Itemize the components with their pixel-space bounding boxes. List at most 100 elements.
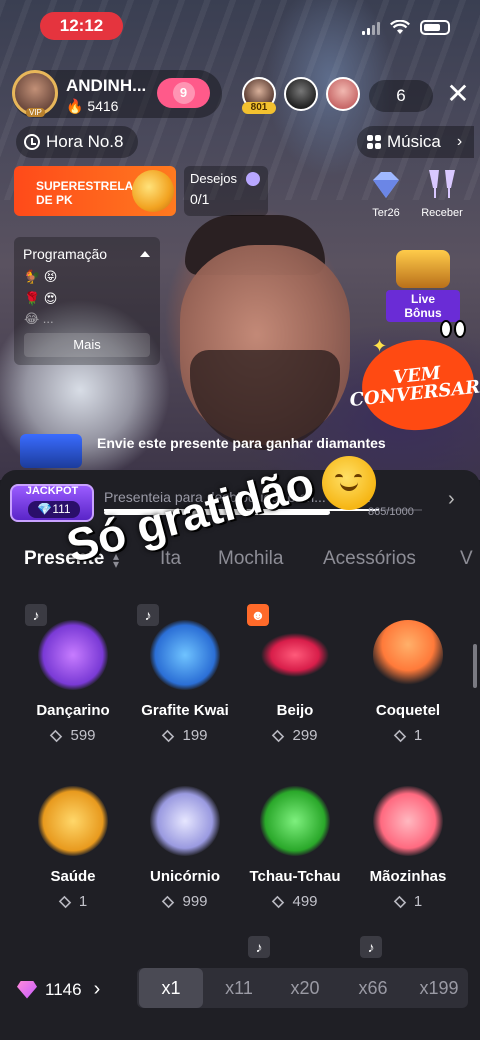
gift-item[interactable]: Tchau-Tchau 499 — [240, 786, 350, 910]
tab-more[interactable]: V — [460, 548, 473, 570]
balance-value: 1146 — [45, 979, 82, 999]
gift-name: Dançarino — [36, 702, 110, 719]
gift-price: 199 — [130, 727, 240, 744]
music-pill[interactable]: Música › — [357, 126, 474, 158]
programacao-row: 🌹 😍 — [24, 291, 58, 306]
hour-ranking-label: Hora No.8 — [46, 132, 124, 151]
vip-badge: VIP — [26, 108, 45, 117]
tab-acessorios[interactable]: Acessórios — [323, 548, 416, 570]
pk-superstar-banner[interactable]: SUPERESTRELA DE PK — [14, 166, 176, 216]
caret-up-icon[interactable] — [140, 251, 150, 257]
dancer-icon — [38, 620, 108, 690]
chevron-right-icon[interactable]: › — [448, 488, 455, 511]
live-bonus-button[interactable]: Live Bônus — [386, 250, 460, 322]
music-label: Música — [387, 132, 441, 151]
alien-bye-icon — [260, 786, 330, 856]
programacao-title: Programação — [23, 246, 108, 262]
diamond-icon — [17, 980, 37, 999]
jackpot-value: 💎111 — [28, 501, 80, 518]
gem-icon — [162, 895, 175, 909]
wishes-card[interactable]: Desejos 0/1 — [184, 166, 268, 216]
gem-icon — [393, 729, 407, 743]
gem-icon — [50, 729, 63, 743]
host-likes: 🔥 5416 — [66, 98, 119, 114]
gift-item[interactable]: Dançarino 599 — [18, 620, 128, 744]
slot-machine-icon — [20, 434, 82, 468]
pk-banner-label: SUPERESTRELA DE PK — [36, 179, 133, 207]
graffiti-icon — [150, 620, 220, 690]
gem-icon — [272, 895, 285, 909]
gift-item[interactable]: Coquetel 1 — [353, 620, 463, 744]
gift-wish-icon — [246, 172, 260, 186]
gem-icon — [272, 729, 285, 743]
programacao-more-button[interactable]: Mais — [24, 333, 150, 357]
tab-ita[interactable]: Ita — [160, 548, 181, 570]
gift-price: 299 — [240, 727, 350, 744]
receber-label: Receber — [421, 207, 463, 219]
programacao-row: 😂 ... — [24, 311, 54, 326]
ter26-label: Ter26 — [372, 207, 400, 219]
promo-banner[interactable]: Envie este presente para ganhar diamante… — [20, 432, 440, 472]
chevron-right-icon: › — [93, 978, 101, 1000]
tab-mochila[interactable]: Mochila — [218, 548, 283, 570]
unicorn-icon — [150, 786, 220, 856]
likes-count: 5416 — [87, 98, 119, 114]
gift-price: 499 — [240, 893, 350, 910]
trophy-icon — [132, 170, 174, 212]
ter26-button[interactable]: Ter26 — [362, 168, 410, 219]
follow-button[interactable]: 9 — [157, 78, 210, 108]
multiplier-x1[interactable]: x1 — [139, 968, 203, 1008]
wishes-label: Desejos — [190, 171, 237, 186]
gift-item[interactable]: Beijo 299 — [240, 620, 350, 744]
signal-icon — [362, 21, 380, 35]
gift-price: 599 — [18, 727, 128, 744]
wishes-value: 0/1 — [190, 191, 210, 207]
multiplier-x11[interactable]: x11 — [207, 968, 271, 1008]
gem-icon — [58, 895, 72, 909]
close-button[interactable]: ✕ — [444, 80, 472, 108]
gift-item[interactable]: Unicórnio 999 — [130, 786, 240, 910]
viewer-avatar-2[interactable] — [284, 77, 318, 111]
gift-name: Mãozinhas — [369, 868, 447, 885]
gift-name: Coquetel — [375, 702, 441, 719]
status-icons — [362, 20, 450, 35]
gem-icon — [393, 895, 407, 909]
gift-price: 1 — [353, 727, 463, 744]
live-bonus-label: Live Bônus — [386, 290, 460, 322]
multiplier-x66[interactable]: x66 — [341, 968, 405, 1008]
music-note-icon: ♪ — [360, 936, 382, 958]
programacao-card[interactable]: Programação 🐓 😝 🌹 😍 😂 ... Mais — [14, 237, 160, 365]
hour-ranking-pill[interactable]: Hora No.8 — [16, 126, 138, 158]
sparkle-icon: ✦ — [372, 336, 388, 356]
gift-item[interactable]: Grafite Kwai 199 — [130, 620, 240, 744]
gift-price: 1 — [353, 893, 463, 910]
viewer-count[interactable]: 6 — [369, 80, 433, 112]
multiplier-selector: x1 x11 x20 x66 x199 — [137, 968, 468, 1008]
gift-item[interactable]: Saúde 1 — [18, 786, 128, 910]
gift-price: 1 — [18, 893, 128, 910]
promo-text: Envie este presente para ganhar diamante… — [97, 435, 386, 451]
programacao-row: 🐓 😝 — [24, 269, 58, 284]
cheers-icon — [429, 170, 455, 198]
host-name: ANDINH... — [66, 76, 147, 95]
beer-icon — [38, 786, 108, 856]
receber-button[interactable]: Receber — [418, 168, 466, 219]
music-note-icon: ♪ — [248, 936, 270, 958]
grid-icon — [367, 135, 381, 149]
gift-name: Beijo — [276, 702, 314, 719]
status-time: 12:12 — [40, 12, 123, 40]
gift-name: Unicórnio — [150, 868, 220, 885]
jackpot-progress-count: 865/1000 — [368, 506, 414, 518]
gift-item[interactable]: Mãozinhas 1 — [353, 786, 463, 910]
viewer-avatar-3[interactable] — [326, 77, 360, 111]
balance-button[interactable]: 1146 › — [17, 978, 100, 1001]
lips-icon — [260, 620, 330, 690]
crystal-icon — [373, 172, 399, 198]
treasure-chest-icon — [396, 250, 450, 288]
heart-hands-icon — [373, 786, 443, 856]
multiplier-x20[interactable]: x20 — [273, 968, 337, 1008]
multiplier-x199[interactable]: x199 — [407, 968, 468, 1008]
gift-price: 999 — [130, 893, 240, 910]
cartoon-eyes-icon — [440, 320, 466, 338]
gift-scrollbar[interactable] — [473, 644, 477, 688]
